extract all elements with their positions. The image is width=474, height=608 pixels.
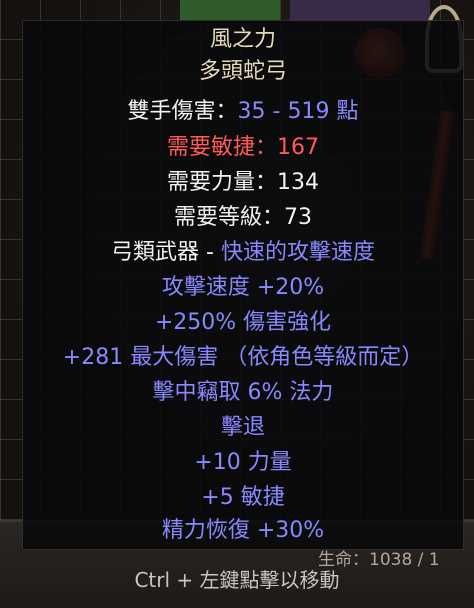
mod-line: 攻擊速度 +20%: [161, 275, 325, 300]
damage-label: 雙手傷害：: [127, 99, 238, 124]
inventory-item-purple[interactable]: [290, 0, 430, 22]
mod-line: +281 最大傷害 （依角色等級而定）: [62, 345, 424, 370]
weapon-class-label: 弓類武器 -: [111, 240, 221, 265]
inventory-item-green[interactable]: [180, 0, 280, 20]
item-tooltip: 風之力 多頭蛇弓 雙手傷害：35 - 519 點 需要敏捷：167 需要力量：1…: [22, 20, 464, 550]
damage-line: 雙手傷害：35 - 519 點: [23, 97, 463, 127]
mod-line: +10 力量: [194, 450, 292, 475]
mod-line: +5 敏捷: [201, 485, 285, 510]
requirement-dex: 需要敏捷：167: [167, 135, 319, 160]
requirement-level: 需要等級：73: [174, 205, 312, 230]
mod-line: 擊中竊取 6% 法力: [152, 380, 334, 405]
move-hint: Ctrl + 左鍵點擊以移動: [134, 568, 340, 592]
mod-line: +250% 傷害強化: [154, 310, 332, 335]
mod-line: 精力恢復 +30%: [161, 518, 325, 543]
weapon-class-line: 弓類武器 - 快速的攻擊速度: [23, 238, 463, 268]
damage-value: 35 - 519 點: [237, 99, 359, 124]
item-name: 風之力: [209, 27, 276, 52]
item-base-type: 多頭蛇弓: [198, 59, 287, 84]
attack-speed-class: 快速的攻擊速度: [220, 240, 375, 265]
mod-line: 擊退: [220, 415, 265, 440]
requirement-str: 需要力量：134: [167, 170, 319, 195]
